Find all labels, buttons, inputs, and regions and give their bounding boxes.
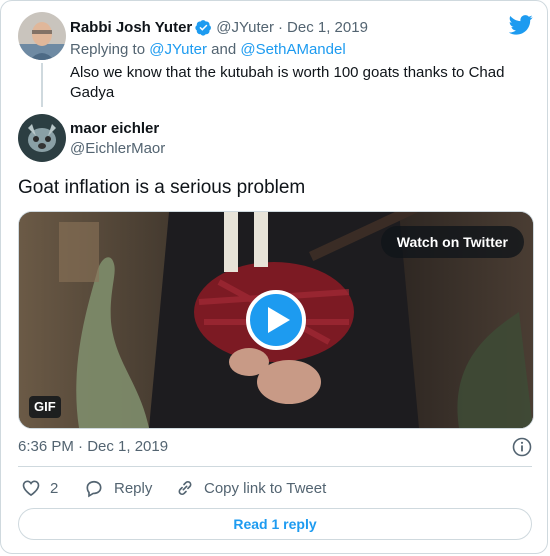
actions-divider bbox=[18, 466, 532, 467]
parent-handle[interactable]: @JYuter bbox=[216, 19, 274, 36]
parent-tweet-text: Also we know that the kutubah is worth 1… bbox=[70, 64, 505, 101]
play-icon bbox=[268, 307, 290, 338]
maor-eichler-avatar[interactable] bbox=[18, 114, 66, 162]
parent-date-separator: · bbox=[278, 18, 284, 36]
parent-date[interactable]: Dec 1, 2019 bbox=[287, 19, 368, 36]
replying-and: and bbox=[211, 41, 237, 58]
thread-connector-line bbox=[41, 63, 43, 107]
main-handle[interactable]: @EichlerMaor bbox=[70, 140, 165, 157]
main-tweet-text: Goat inflation is a serious problem bbox=[18, 177, 306, 198]
main-author-name[interactable]: maor eichler bbox=[70, 120, 159, 137]
like-count: 2 bbox=[50, 479, 59, 497]
replying-user-link-2[interactable]: @SethAMandel bbox=[240, 41, 345, 58]
tweet-timestamp[interactable]: 6:36 PM · Dec 1, 2019 bbox=[18, 438, 168, 455]
heart-icon bbox=[21, 478, 41, 498]
read-replies-button[interactable]: Read 1 reply bbox=[18, 508, 532, 540]
reply-action[interactable]: Reply bbox=[84, 478, 152, 498]
watch-on-twitter-button[interactable]: Watch on Twitter bbox=[380, 226, 524, 258]
gif-badge: GIF bbox=[29, 396, 61, 418]
tweet-card: Rabbi Josh Yuter @JYuter · Dec 1, 2019 R… bbox=[0, 0, 548, 554]
josh-yuter-avatar[interactable] bbox=[18, 12, 66, 60]
like-action[interactable]: 2 bbox=[21, 478, 58, 498]
parent-tweet-header: Rabbi Josh Yuter @JYuter · Dec 1, 2019 bbox=[70, 17, 368, 37]
link-icon bbox=[175, 478, 195, 498]
gif-media[interactable]: Watch on Twitter GIF bbox=[18, 211, 534, 429]
copy-link-label: Copy link to Tweet bbox=[204, 479, 327, 497]
info-icon[interactable] bbox=[512, 437, 532, 462]
replying-to-line: Replying to @JYuter and @SethAMandel bbox=[70, 40, 346, 60]
twitter-bird-icon[interactable] bbox=[508, 15, 533, 40]
parent-author-name[interactable]: Rabbi Josh Yuter bbox=[70, 19, 192, 36]
play-button[interactable] bbox=[246, 290, 306, 350]
copy-link-action[interactable]: Copy link to Tweet bbox=[175, 478, 326, 498]
comment-icon bbox=[84, 478, 104, 498]
replying-prefix: Replying to bbox=[70, 41, 146, 58]
verified-badge-icon bbox=[195, 19, 212, 36]
replying-user-link-1[interactable]: @JYuter bbox=[149, 41, 207, 58]
reply-label: Reply bbox=[114, 479, 153, 497]
